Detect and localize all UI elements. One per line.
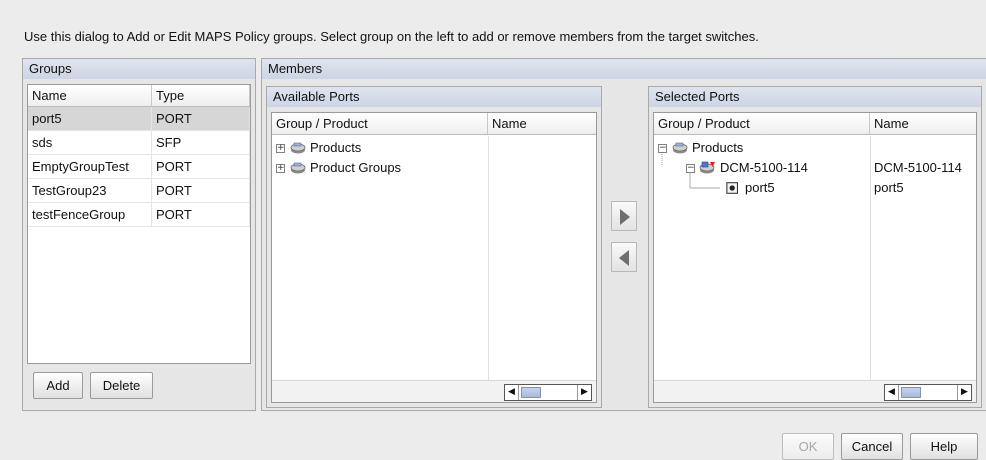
members-panel-title: Members <box>262 59 986 79</box>
column-header-group-product[interactable]: Group / Product <box>272 113 488 134</box>
port-icon <box>726 182 738 194</box>
group-name: TestGroup23 <box>28 179 152 202</box>
tree-node-label: Product Groups <box>310 160 402 175</box>
table-row[interactable]: TestGroup23 PORT <box>28 179 250 203</box>
collapse-icon[interactable]: − <box>658 143 667 153</box>
table-row[interactable]: sds SFP <box>28 131 250 155</box>
tree-node-products[interactable]: + Products <box>276 138 361 158</box>
tree-node-label: Products <box>310 140 362 155</box>
move-left-icon <box>619 250 629 266</box>
available-ports-tree-body: + Products + Product Groups <box>272 136 596 380</box>
scrollbar-track[interactable]: ◀ ▶ <box>504 384 592 401</box>
available-ports-panel: Available Ports Group / Product Name + P… <box>266 86 602 408</box>
column-header-name[interactable]: Name <box>870 113 976 134</box>
table-row[interactable]: EmptyGroupTest PORT <box>28 155 250 179</box>
expand-icon[interactable]: + <box>276 143 285 153</box>
scroll-right-icon[interactable]: ▶ <box>577 385 591 400</box>
products-icon <box>672 142 688 154</box>
table-row[interactable]: port5 PORT <box>28 107 250 131</box>
product-groups-icon <box>290 162 306 174</box>
selected-ports-title: Selected Ports <box>649 87 981 107</box>
table-row[interactable]: testFenceGroup PORT <box>28 203 250 227</box>
column-header-group-product[interactable]: Group / Product <box>654 113 870 134</box>
column-header-type[interactable]: Type <box>152 85 250 106</box>
groups-panel: Groups Name Type port5 PORT sds SFP Empt… <box>22 58 256 411</box>
dialog-instruction: Use this dialog to Add or Edit MAPS Poli… <box>24 29 759 44</box>
tree-node-name: DCM-5100-114 <box>874 160 962 175</box>
group-type: PORT <box>152 107 250 130</box>
scroll-left-icon[interactable]: ◀ <box>505 385 519 400</box>
horizontal-scrollbar[interactable]: ◀ ▶ <box>654 380 976 402</box>
tree-node-products[interactable]: − Products <box>658 138 743 158</box>
selected-ports-tree-body: − Products − DCM-5100-114 DCM-5100-114 p… <box>654 136 976 380</box>
column-header-name[interactable]: Name <box>28 85 152 106</box>
selected-ports-tree: Group / Product Name − Products − DCM-51… <box>653 112 977 403</box>
group-name: sds <box>28 131 152 154</box>
group-name: port5 <box>28 107 152 130</box>
group-name: testFenceGroup <box>28 203 152 226</box>
available-ports-tree: Group / Product Name + Products + Produc… <box>271 112 597 403</box>
move-right-icon <box>620 209 630 225</box>
scrollbar-thumb[interactable] <box>901 387 921 398</box>
horizontal-scrollbar[interactable]: ◀ ▶ <box>272 380 596 402</box>
expand-icon[interactable]: + <box>276 163 285 173</box>
tree-node-product-groups[interactable]: + Product Groups <box>276 158 401 178</box>
selected-ports-panel: Selected Ports Group / Product Name − Pr… <box>648 86 982 408</box>
add-group-button[interactable]: Add <box>33 372 83 399</box>
scrollbar-track[interactable]: ◀ ▶ <box>884 384 972 401</box>
group-type: PORT <box>152 155 250 178</box>
group-type: PORT <box>152 203 250 226</box>
scroll-left-icon[interactable]: ◀ <box>885 385 899 400</box>
cancel-button[interactable]: Cancel <box>841 433 903 460</box>
group-name: EmptyGroupTest <box>28 155 152 178</box>
groups-table-header: Name Type <box>28 85 250 107</box>
group-type: PORT <box>152 179 250 202</box>
tree-node-name: port5 <box>874 180 904 195</box>
delete-group-button[interactable]: Delete <box>90 372 153 399</box>
available-ports-title: Available Ports <box>267 87 601 107</box>
tree-node-port[interactable]: port5 <box>726 178 775 198</box>
scroll-right-icon[interactable]: ▶ <box>957 385 971 400</box>
tree-node-label: port5 <box>745 180 775 195</box>
add-to-selected-button[interactable] <box>611 201 637 231</box>
scrollbar-thumb[interactable] <box>521 387 541 398</box>
switch-icon <box>699 161 715 174</box>
tree-node-switch[interactable]: − DCM-5100-114 <box>686 158 808 178</box>
ok-button[interactable]: OK <box>782 433 834 460</box>
products-icon <box>290 142 306 154</box>
groups-panel-title: Groups <box>23 59 255 79</box>
selected-ports-header: Group / Product Name <box>654 113 976 135</box>
groups-table: Name Type port5 PORT sds SFP EmptyGroupT… <box>27 84 251 364</box>
remove-from-selected-button[interactable] <box>611 242 637 272</box>
help-button[interactable]: Help <box>910 433 978 460</box>
collapse-icon[interactable]: − <box>686 163 695 173</box>
tree-node-label: Products <box>692 140 744 155</box>
column-header-name[interactable]: Name <box>488 113 596 134</box>
tree-node-label: DCM-5100-114 <box>720 160 808 175</box>
members-panel: Members Available Ports Group / Product … <box>261 58 986 411</box>
group-type: SFP <box>152 131 250 154</box>
available-ports-header: Group / Product Name <box>272 113 596 135</box>
